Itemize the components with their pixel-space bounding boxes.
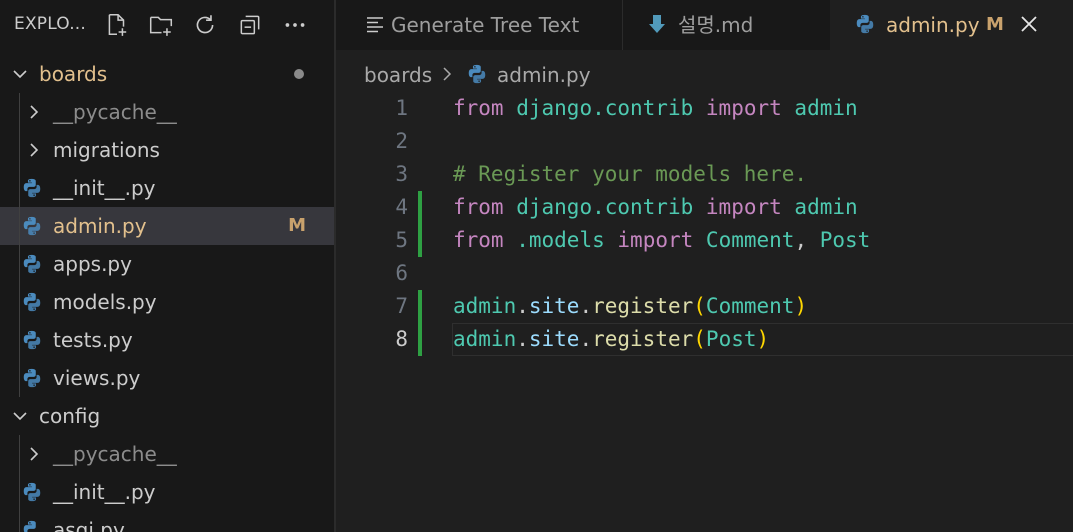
breadcrumb-file[interactable]: admin.py (497, 63, 591, 87)
line-number: 6 (395, 261, 408, 285)
chevron-down-icon (13, 412, 27, 421)
tree-file-models[interactable]: models.py (0, 283, 334, 321)
tree-folder-config[interactable]: config (0, 397, 334, 435)
new-folder-icon[interactable] (146, 10, 176, 40)
tree-file-apps[interactable]: apps.py (0, 245, 334, 283)
markdown-icon (649, 15, 665, 33)
line-number: 4 (395, 195, 408, 219)
tree-item-label: models.py (53, 290, 157, 314)
code-editor[interactable]: 1 from django.contrib import admin 2 3 #… (336, 92, 1073, 532)
vscode-window: EXPLO... boards __pycache__ migrations _… (0, 0, 1073, 532)
line-number: 7 (395, 294, 408, 318)
code-line[interactable]: 3 # Register your models here. (336, 158, 1073, 191)
tree-item-label: views.py (53, 366, 141, 390)
explorer-title: EXPLO... (14, 14, 87, 34)
tree-file-init[interactable]: __init__.py (0, 473, 334, 511)
new-file-icon[interactable] (102, 10, 132, 40)
code-text: admin.site.register(Comment) (453, 294, 808, 318)
added-line-marker[interactable] (418, 224, 422, 257)
tree-folder-pycache[interactable]: __pycache__ (0, 435, 334, 473)
code-text: from .models import Comment, Post (453, 228, 871, 252)
tree-item-label: boards (39, 62, 108, 86)
python-icon (23, 254, 41, 274)
modified-badge: M (986, 14, 1004, 35)
line-number: 1 (395, 96, 408, 120)
chevron-right-icon (443, 67, 452, 81)
python-icon (23, 330, 41, 350)
code-line[interactable]: 7 admin.site.register(Comment) (336, 290, 1073, 323)
python-icon (856, 14, 874, 34)
explorer-sidebar: EXPLO... boards __pycache__ migrations _… (0, 0, 334, 532)
breadcrumb: boards admin.py (336, 50, 1073, 98)
python-icon (23, 368, 41, 388)
python-icon (468, 64, 486, 84)
tab-label: Generate Tree Text (391, 13, 580, 37)
tree-item-label: admin.py (53, 214, 147, 238)
code-comment: # Register your models here. (453, 162, 808, 186)
chevron-right-icon (30, 447, 39, 461)
collapse-all-icon[interactable] (235, 10, 265, 40)
python-icon (23, 482, 41, 502)
tree-item-label: tests.py (53, 328, 133, 352)
line-number: 2 (395, 129, 408, 153)
tab-generate-tree-text[interactable]: Generate Tree Text (336, 0, 623, 50)
tree-folder-pycache[interactable]: __pycache__ (0, 93, 334, 131)
tree-item-label: __pycache__ (53, 442, 177, 466)
tree-item-label: __init__.py (53, 480, 156, 504)
line-number: 3 (395, 162, 408, 186)
line-number: 8 (395, 327, 408, 351)
tree-folder-boards[interactable]: boards (0, 55, 334, 93)
explorer-header: EXPLO... (0, 0, 334, 50)
tab-admin-py[interactable]: admin.py M (830, 0, 1073, 50)
code-line[interactable]: 1 from django.contrib import admin (336, 92, 1073, 125)
refresh-icon[interactable] (190, 10, 220, 40)
tree-item-label: apps.py (53, 252, 132, 276)
tab-label: 설명.md (678, 13, 754, 37)
code-text: admin.site.register(Post) (453, 327, 770, 351)
python-icon (23, 292, 41, 312)
editor-tab-bar: Generate Tree Text 설명.md admin.py M (336, 0, 1073, 50)
chevron-right-icon (30, 143, 39, 157)
code-line[interactable]: 5 from .models import Comment, Post (336, 224, 1073, 257)
tree-file-admin[interactable]: admin.py M (0, 207, 334, 245)
added-line-marker[interactable] (418, 323, 422, 356)
tree-item-label: __pycache__ (53, 100, 177, 124)
chevron-right-icon (30, 105, 39, 119)
added-line-marker[interactable] (418, 191, 422, 224)
tree-file-asgi[interactable]: asgi.py (0, 511, 334, 532)
code-text: from django.contrib import admin (453, 195, 858, 219)
close-icon[interactable] (1017, 12, 1041, 36)
tab-readme-md[interactable]: 설명.md (622, 0, 831, 50)
code-text: from django.contrib import admin (453, 96, 858, 120)
line-number: 5 (395, 228, 408, 252)
code-line[interactable]: 4 from django.contrib import admin (336, 191, 1073, 224)
lines-icon (367, 17, 383, 33)
tree-file-views[interactable]: views.py (0, 359, 334, 397)
modified-badge: M (288, 215, 306, 236)
tree-folder-migrations[interactable]: migrations (0, 131, 334, 169)
added-line-marker[interactable] (418, 290, 422, 323)
modified-dot (294, 69, 304, 79)
tree-item-label: config (39, 404, 101, 428)
tree-item-label: asgi.py (53, 518, 125, 532)
python-icon (23, 216, 41, 236)
code-line[interactable]: 6 (336, 257, 1073, 290)
tree-file-tests[interactable]: tests.py (0, 321, 334, 359)
chevron-down-icon (13, 70, 27, 79)
tree-item-label: __init__.py (53, 176, 156, 200)
more-icon[interactable] (280, 10, 310, 40)
code-line-current[interactable]: 8 admin.site.register(Post) (336, 323, 1073, 356)
tab-label: admin.py (886, 13, 980, 37)
code-line[interactable]: 2 (336, 125, 1073, 158)
breadcrumb-folder[interactable]: boards (364, 63, 432, 87)
tree-file-init[interactable]: __init__.py (0, 169, 334, 207)
tree-item-label: migrations (53, 138, 160, 162)
python-icon (23, 178, 41, 198)
python-icon (23, 520, 36, 532)
